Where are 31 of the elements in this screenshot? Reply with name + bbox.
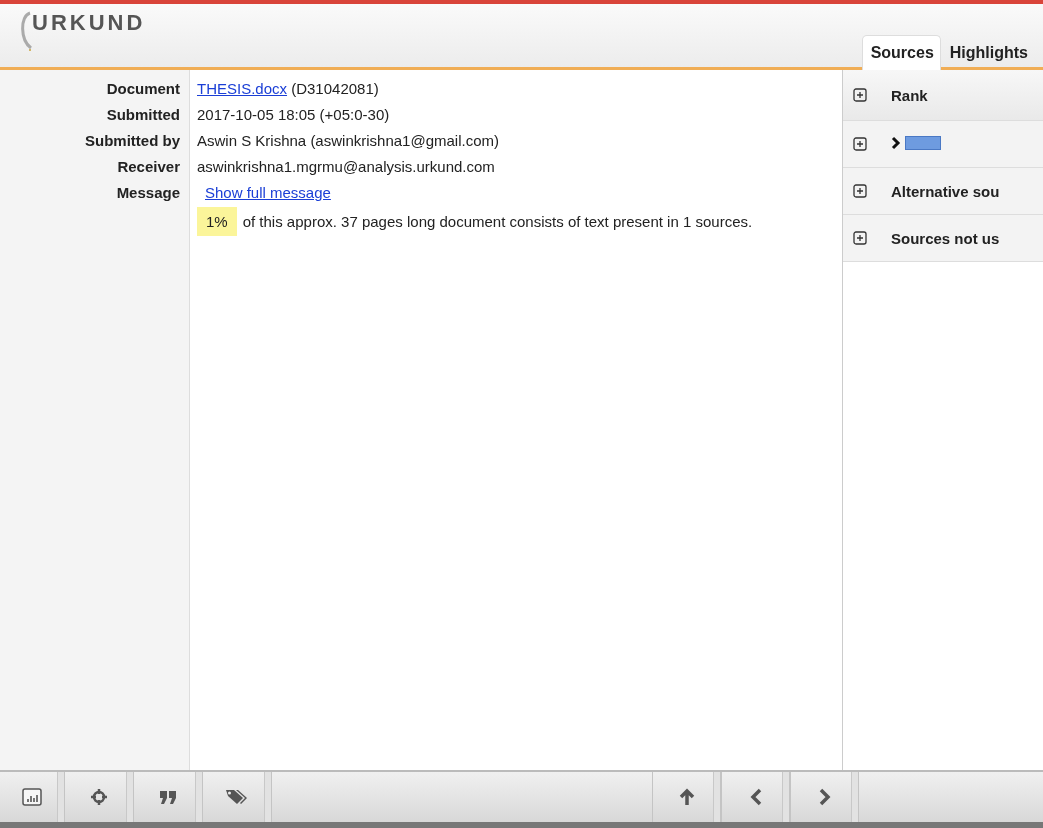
field-value: Aswin S Krishna (aswinkrishna1@gmail.com): [197, 132, 499, 149]
expand-icon[interactable]: [853, 88, 867, 102]
field-label: Submitted: [106, 106, 180, 123]
chart-icon[interactable]: [22, 788, 42, 806]
field-label: Submitted by: [85, 132, 180, 149]
logo-swoosh-icon: [18, 10, 32, 52]
field-value: aswinkrishna1.mgrmu@analysis.urkund.com: [197, 158, 495, 175]
chevron-left-icon[interactable]: [749, 788, 762, 806]
expand-icon[interactable]: [853, 137, 867, 151]
percentage-badge: 1%: [197, 207, 237, 236]
show-message-link[interactable]: Show full message: [205, 184, 331, 201]
chevron-right-icon[interactable]: [891, 135, 901, 150]
field-value: 2017-10-05 18:05 (+05:0-30): [197, 106, 390, 123]
expand-icon[interactable]: [853, 231, 867, 245]
logo-text: URKUND: [32, 10, 146, 36]
crosshair-icon[interactable]: [90, 788, 108, 806]
match-bar-icon: [905, 135, 941, 150]
field-label: Message: [116, 184, 180, 201]
up-arrow-icon[interactable]: [678, 788, 695, 806]
document-link[interactable]: THESIS.docx: [197, 80, 288, 97]
column-header[interactable]: Rank: [891, 86, 928, 104]
field-label: Receiver: [117, 158, 180, 175]
chevron-right-icon[interactable]: [818, 788, 831, 806]
field-label: Document: [106, 80, 180, 97]
quote-icon[interactable]: [158, 789, 178, 805]
tag-icon[interactable]: [225, 788, 249, 806]
document-id: (D31042081): [291, 80, 379, 97]
tab[interactable]: Highlights: [940, 35, 1035, 70]
tab[interactable]: Sources: [861, 35, 941, 70]
expand-icon[interactable]: [853, 184, 867, 198]
summary-text: of this approx. 37 pages long document consists of text present in 1 sources.: [242, 213, 753, 230]
